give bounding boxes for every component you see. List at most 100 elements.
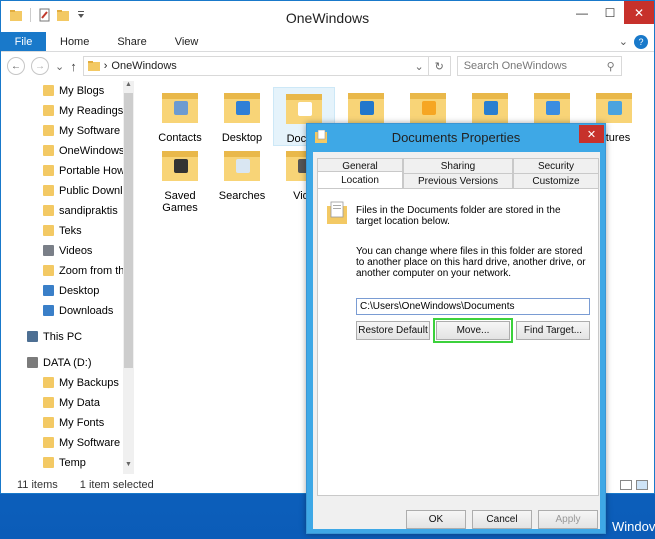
minimize-button[interactable]: — [568,1,596,24]
tab-customize[interactable]: Customize [513,173,599,188]
sidebar-item-label: My Software [59,124,121,137]
address-dropdown-icon[interactable]: ⌄ [415,60,424,73]
sidebar-item-label: Portable HowT [59,164,123,177]
expand-ribbon-icon[interactable]: ⌄ [619,35,628,48]
sidebar-item[interactable]: My Backups [1,373,123,392]
folder-icon [43,437,54,448]
folder-icon [43,165,54,176]
sidebar-item-label: Zoom from th [59,264,123,277]
documents-folder-icon [327,201,347,224]
searches-folder-icon [224,151,260,181]
nav-scrollbar[interactable]: ▲ ▼ [123,81,134,474]
restore-default-button[interactable]: Restore Default [356,321,430,340]
change-location-info-text: You can change where files in this folde… [356,246,586,279]
scrollbar-thumb[interactable] [124,93,133,368]
sidebar-item[interactable]: DATA (D:) [1,353,123,372]
search-icon: ⚲ [606,60,615,73]
ribbon-right-controls: ⌄ ? [619,32,654,51]
sidebar-item[interactable]: My Readings [1,101,123,120]
sidebar-item-label: OneWindows [59,144,123,157]
sidebar-item[interactable]: Videos [1,241,123,260]
dialog-close-button[interactable]: ✕ [579,125,604,143]
sidebar-item[interactable]: My Software [1,121,123,140]
folder-icon [43,417,54,428]
move-button[interactable]: Move... [433,318,513,343]
scroll-down-icon[interactable]: ▼ [125,461,132,468]
details-view-icon[interactable] [620,480,632,490]
maximize-button[interactable]: ☐ [596,1,624,24]
tab-file[interactable]: File [1,32,46,51]
breadcrumb[interactable]: OneWindows [111,60,176,72]
target-path-input[interactable] [356,298,590,315]
help-icon[interactable]: ? [634,34,648,49]
breadcrumb-separator: › [103,60,108,72]
sidebar-item-label: My Software [59,436,121,449]
location-info-text: Files in the Documents folder are stored… [356,205,561,227]
search-input[interactable]: Search OneWindows ⚲ [456,56,622,76]
sidebar-item[interactable]: My Software [1,433,123,452]
tab-home[interactable]: Home [46,32,103,51]
tab-previous-versions[interactable]: Previous Versions [403,173,513,188]
tab-share[interactable]: Share [103,32,160,51]
address-bar[interactable]: › OneWindows ⌄ [82,56,429,76]
up-button[interactable]: ↑ [70,59,77,74]
sidebar-item-label: My Fonts [59,416,105,429]
sidebar-item-label: Videos [59,244,93,257]
contacts-folder-icon [162,93,198,123]
forward-button[interactable]: → [31,57,49,75]
documents-folder-icon [286,94,322,124]
desktop-label: Windov [612,519,655,534]
file-item-label: Searches [218,190,266,202]
downloads-folder-icon [348,93,384,123]
close-button[interactable]: ✕ [624,1,654,24]
tab-sharing[interactable]: Sharing [403,158,513,173]
window-controls: — ☐ ✕ [568,1,654,24]
sidebar-item-label: Temp [59,456,86,469]
folder-icon [43,185,54,196]
file-item[interactable]: Saved Games [149,145,211,214]
sidebar-item[interactable]: Zoom from th [1,261,123,280]
tab-security[interactable]: Security [513,158,599,173]
sidebar-item[interactable]: My Blogs [1,81,123,100]
dialog-title-bar: Documents Properties ✕ [307,124,605,151]
sidebar-item-label: My Data [59,396,100,409]
apply-button[interactable]: Apply [538,510,598,529]
folder-icon [43,205,54,216]
recent-locations-icon[interactable]: ⌄ [55,60,64,73]
tab-location[interactable]: Location [317,171,403,188]
desktop-folder-icon [224,93,260,123]
find-target-button[interactable]: Find Target... [516,321,590,340]
file-item[interactable]: Searches [211,145,273,202]
sidebar-item[interactable]: Downloads [1,301,123,320]
scroll-up-icon[interactable]: ▲ [125,81,132,88]
view-switcher [620,480,654,490]
refresh-button[interactable]: ↻ [428,56,451,76]
sidebar-item[interactable]: Desktop [1,281,123,300]
sidebar-item-label: This PC [43,330,83,343]
sidebar-item-label: Teks [59,224,82,237]
navigation-pane: My Blogs My Readings My Software OneWindows… [1,81,134,476]
file-item[interactable]: Contacts [149,87,211,144]
sidebar-item[interactable]: Temp [1,453,123,472]
sidebar-item[interactable]: sandipraktis [1,201,123,220]
back-button[interactable]: ← [7,57,25,75]
tab-view[interactable]: View [161,32,213,51]
sidebar-item[interactable]: Teks [1,221,123,240]
large-icons-view-icon[interactable] [636,480,648,490]
folder-icon [43,105,54,116]
documents-folder-icon [315,130,327,143]
sidebar-item[interactable]: This PC [1,327,123,346]
saved-games-folder-icon [162,151,198,181]
sidebar-item[interactable]: Public Downlo [1,181,123,200]
sidebar-item[interactable]: My Fonts [1,413,123,432]
sidebar-item[interactable]: OneWindows [1,141,123,160]
sidebar-item[interactable]: Portable HowT [1,161,123,180]
ok-button[interactable]: OK [406,510,466,529]
cancel-button[interactable]: Cancel [472,510,532,529]
address-row: ← → ⌄ ↑ › OneWindows ⌄ ↻ Search OneWindo… [1,53,654,79]
dialog-body: General Sharing Security Location Previo… [313,152,600,529]
sidebar-item[interactable]: My Data [1,393,123,412]
sidebar-item-label: My Backups [59,376,119,389]
sidebar-item-label: DATA (D:) [43,356,92,369]
file-item[interactable]: Desktop [211,87,273,144]
